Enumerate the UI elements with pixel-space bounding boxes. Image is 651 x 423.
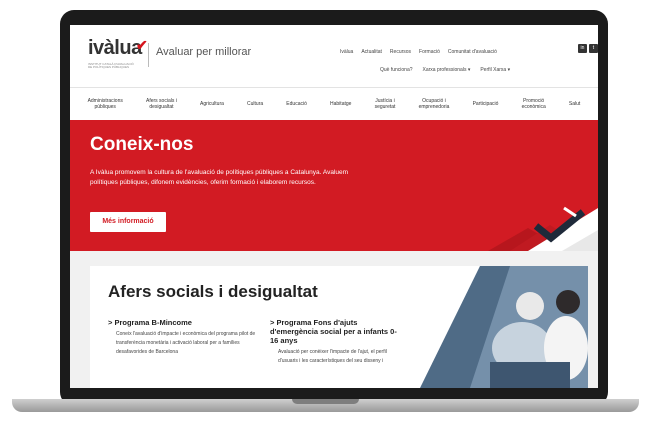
top-link-actualitat[interactable]: Actualitat (361, 49, 382, 55)
elderly-care-photo (420, 266, 588, 388)
hero-banner: Coneix-nos A Ivàlua promovem la cultura … (70, 120, 598, 251)
site-logo[interactable]: ivàlua (88, 37, 142, 60)
program-b-mincome[interactable]: > Programa B-Mincome Coneix l'avaluació … (108, 318, 258, 357)
link-que-funciona[interactable]: Què funciona? (380, 67, 413, 73)
top-link-recursos[interactable]: Recursos (390, 49, 411, 55)
top-links: Ivàlua Actualitat Recursos Formació Comu… (340, 49, 497, 55)
site-tagline: Avaluar per millorar (156, 46, 252, 58)
nav-item-cultura[interactable]: Cultura (247, 101, 263, 107)
logo-subtitle: INSTITUT CATALÀ D'AVALUACIÓ DE POLÍTIQUE… (88, 62, 134, 69)
link-xarxa-professionals[interactable]: Xarxa professionals ▾ (423, 67, 471, 73)
section-title: Afers socials i desigualtat (108, 282, 318, 301)
top-link-ivalua[interactable]: Ivàlua (340, 49, 353, 55)
program-heading[interactable]: > Programa B-Mincome (108, 318, 258, 327)
program-description: Coneix l'avaluació d'impacte i econòmica… (116, 331, 256, 355)
linkedin-icon[interactable]: in (578, 44, 587, 53)
hero-title: Coneix-nos (90, 134, 194, 155)
browser-screen: ivàlua ✔ INSTITUT CATALÀ D'AVALUACIÓ DE … (70, 25, 598, 388)
top-link-comunitat[interactable]: Comunitat d'avaluació (448, 49, 497, 55)
nav-item-afers-socials[interactable]: Afers socials i desigualtat (146, 98, 177, 110)
nav-item-promocio[interactable]: Promoció econòmica (522, 98, 546, 110)
program-description: Avaluació per conèixer l'impacte de l'aj… (278, 349, 387, 364)
site-header: ivàlua ✔ INSTITUT CATALÀ D'AVALUACIÓ DE … (70, 25, 598, 83)
nav-item-agricultura[interactable]: Agricultura (200, 101, 224, 107)
link-perfil-xarxa[interactable]: Perfil Xarxa ▾ (480, 67, 510, 73)
program-heading[interactable]: > Programa Fons d'ajuts d'emergència soc… (270, 318, 400, 345)
nav-item-ocupacio[interactable]: Ocupació i emprenedoria (419, 98, 450, 110)
header-divider (148, 43, 149, 67)
nav-item-salut[interactable]: Salut (569, 101, 580, 107)
nav-item-justicia[interactable]: Justícia i seguretat (375, 98, 396, 110)
nav-item-administracions[interactable]: Administracions públiques (88, 98, 123, 110)
laptop-hinge-notch (292, 399, 359, 404)
main-nav: Administracions públiques Afers socials … (70, 87, 598, 119)
hero-text: A Ivàlua promovem la cultura de l'avalua… (90, 169, 349, 186)
hero-decoration-graphic (488, 206, 598, 251)
secondary-links: Què funciona? Xarxa professionals ▾ Perf… (380, 67, 510, 73)
nav-item-habitatge[interactable]: Habitatge (330, 101, 351, 107)
topic-card: Afers socials i desigualtat > Programa B… (90, 266, 588, 388)
social-links: in t ▶ (578, 44, 598, 53)
program-fons-ajuts[interactable]: > Programa Fons d'ajuts d'emergència soc… (270, 318, 400, 366)
nav-item-educacio[interactable]: Educació (286, 101, 307, 107)
twitter-icon[interactable]: t (589, 44, 598, 53)
logo-check-icon: ✔ (136, 37, 148, 53)
more-info-button[interactable]: Més informació (90, 212, 166, 232)
nav-item-participacio[interactable]: Participació (473, 101, 499, 107)
top-link-formacio[interactable]: Formació (419, 49, 440, 55)
